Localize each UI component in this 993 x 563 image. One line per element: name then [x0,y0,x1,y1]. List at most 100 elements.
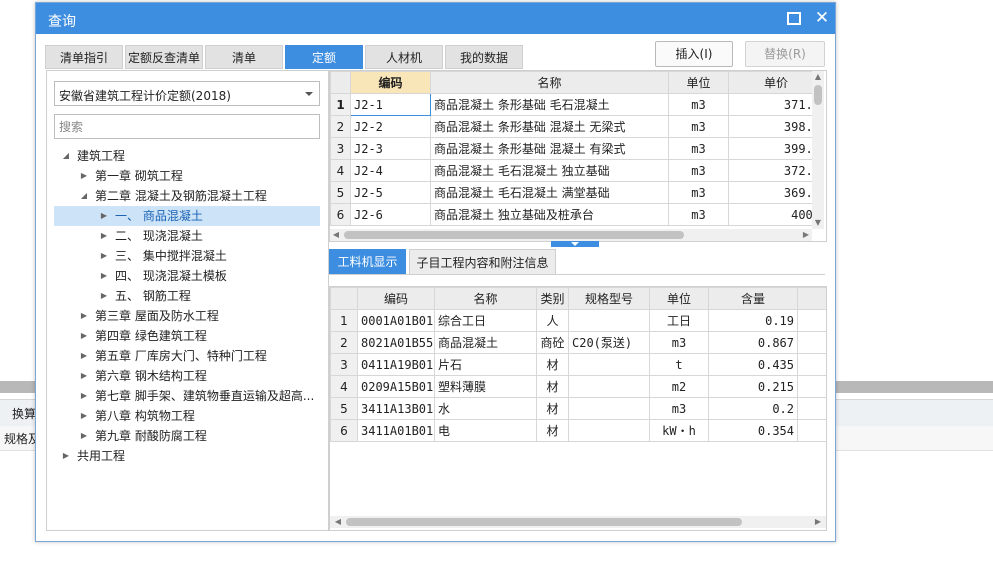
quota-row[interactable]: 5 J2-5 商品混凝土 毛石混凝土 满堂基础 m3 369.8 [330,181,824,204]
quota-cell[interactable]: 3 [330,137,351,160]
collapsed-arrow-icon[interactable]: ▶ [99,226,109,246]
material-cell[interactable]: 6 [330,419,358,442]
material-cell[interactable]: 3 [330,353,358,376]
collapsed-arrow-icon[interactable]: ▶ [79,326,89,346]
tab-bill[interactable]: 清单 [205,45,283,69]
material-cell[interactable]: 0.215 [708,375,798,398]
quota-cell[interactable]: J2-3 [350,137,431,160]
search-input[interactable] [54,114,320,139]
material-cell[interactable]: 水 [434,397,537,420]
material-cell[interactable]: 0.354 [708,419,798,442]
quota-cell[interactable]: 372.6 [728,159,824,182]
material-grid-header[interactable]: 单位 [649,287,709,310]
quota-cell[interactable]: 369.8 [728,181,824,204]
collapsed-arrow-icon[interactable]: ▶ [79,366,89,386]
tree-node[interactable]: ▶ 二、 现浇混凝土 [54,226,320,246]
quota-cell[interactable]: m3 [668,93,729,116]
close-icon[interactable]: ✕ [812,7,832,29]
material-row[interactable]: 63411A01B01CA电材 kW・h0.354 [330,419,826,442]
material-cell[interactable]: 电 [434,419,537,442]
quota-cell[interactable]: 商品混凝土 独立基础及桩承台 [430,203,669,226]
collapsed-arrow-icon[interactable]: ▶ [79,426,89,446]
collapsed-arrow-icon[interactable]: ▶ [99,266,109,286]
quota-row[interactable]: 3 J2-3 商品混凝土 条形基础 混凝土 有梁式 m3 399.2 [330,137,824,160]
tree-node[interactable]: ▶ 第七章 脚手架、建筑物垂直运输及超高... [54,386,320,406]
material-grid-header[interactable] [330,287,358,310]
material-cell[interactable]: 0.435 [708,353,798,376]
quota-cell[interactable]: 4 [330,159,351,182]
material-cell[interactable]: 0001A01B01BC [357,309,435,332]
quota-cell[interactable]: J2-4 [350,159,431,182]
material-row[interactable]: 40209A15B01BW塑料薄膜材 m20.215 [330,375,826,398]
chevron-down-icon[interactable] [305,92,313,96]
quota-grid-vscroll[interactable]: ▲ ▼ [812,71,824,229]
tree-node[interactable]: ▶ 一、 商品混凝土 [54,206,320,226]
collapsed-arrow-icon[interactable]: ▶ [99,286,109,306]
material-grid-header[interactable]: 编码 [357,287,435,310]
material-cell[interactable]: m3 [649,397,709,420]
quota-row[interactable]: 4 J2-4 商品混凝土 毛石混凝土 独立基础 m3 372.6 [330,159,824,182]
quota-cell[interactable]: 6 [330,203,351,226]
quota-cell[interactable]: m3 [668,115,729,138]
material-row[interactable]: 30411A19B01BT片石材 t0.435 [330,353,826,376]
tab-labor-material-machine[interactable]: 人材机 [365,45,443,69]
quota-grid-header[interactable]: 单价 [728,71,824,94]
scroll-down-icon[interactable]: ▼ [812,217,824,229]
collapse-arrow-icon[interactable] [571,242,579,246]
material-grid-header[interactable]: 名称 [434,287,537,310]
scroll-left-icon[interactable]: ◀ [332,516,344,528]
material-cell[interactable]: 8021A01B55BV [357,331,435,354]
quota-cell[interactable]: 商品混凝土 条形基础 混凝土 有梁式 [430,137,669,160]
insert-button[interactable]: 插入(I) [655,41,733,67]
scroll-left-icon[interactable]: ◀ [330,229,342,241]
quota-cell[interactable]: m3 [668,181,729,204]
quota-cell[interactable]: m3 [668,203,729,226]
scroll-right-icon[interactable]: ▶ [812,516,824,528]
dialog-titlebar[interactable]: 查询 ✕ [36,3,835,34]
material-cell[interactable]: 综合工日 [434,309,537,332]
material-row[interactable]: 53411A13B01BV水材 m30.2 [330,397,826,420]
material-cell[interactable]: 片石 [434,353,537,376]
background-label-conversion[interactable]: 换算 [12,405,36,422]
material-cell[interactable]: 2 [330,331,358,354]
quota-grid-hscroll[interactable]: ◀ ▶ [330,229,812,241]
collapsed-arrow-icon[interactable]: ▶ [99,206,109,226]
tab-labor-material-display[interactable]: 工料机显示 [329,249,406,275]
quota-cell[interactable]: 371.7 [728,93,824,116]
collapsed-arrow-icon[interactable]: ▶ [79,386,89,406]
tree-node[interactable]: ▶ 四、 现浇混凝土模板 [54,266,320,286]
tab-my-data[interactable]: 我的数据 [445,45,523,69]
expanded-arrow-icon[interactable]: ◢ [79,186,89,206]
material-grid-hscroll[interactable]: ◀ ▶ [330,516,826,528]
tree-node[interactable]: ▶ 第九章 耐酸防腐工程 [54,426,320,446]
quota-grid-hscroll-thumb[interactable] [344,231,684,239]
quota-row[interactable]: 1 J2-1 商品混凝土 条形基础 毛石混凝土 m3 371.7 [330,93,824,116]
material-row[interactable]: 28021A01B55BV商品混凝土商砼C20(泵送)m30.867 [330,331,826,354]
material-cell[interactable]: 0.19 [708,309,798,332]
quota-cell[interactable]: 398.9 [728,115,824,138]
collapsed-arrow-icon[interactable]: ▶ [79,306,89,326]
material-grid-hscroll-thumb[interactable] [346,518,742,526]
material-cell[interactable]: 商品混凝土 [434,331,537,354]
material-cell[interactable]: 3411A13B01BV [357,397,435,420]
collapsed-arrow-icon[interactable]: ▶ [79,166,89,186]
quota-cell[interactable]: J2-1 [350,93,431,116]
material-cell[interactable]: 3411A01B01CA [357,419,435,442]
quota-row[interactable]: 6 J2-6 商品混凝土 独立基础及桩承台 m3 400. [330,203,824,226]
material-cell[interactable] [568,419,650,442]
tree-node[interactable]: ▶ 第一章 砌筑工程 [54,166,320,186]
collapsed-arrow-icon[interactable]: ▶ [99,246,109,266]
quota-cell[interactable]: 商品混凝土 条形基础 毛石混凝土 [430,93,669,116]
quota-cell[interactable]: m3 [668,159,729,182]
scroll-right-icon[interactable]: ▶ [800,229,812,241]
material-cell[interactable]: 材 [536,397,569,420]
material-cell[interactable]: m2 [649,375,709,398]
maximize-icon[interactable] [786,11,801,25]
quota-cell[interactable]: J2-6 [350,203,431,226]
material-cell[interactable]: 材 [536,375,569,398]
material-cell[interactable]: 商砼 [536,331,569,354]
material-cell[interactable]: 4 [330,375,358,398]
material-cell[interactable]: 工日 [649,309,709,332]
tree-node[interactable]: ▶ 第三章 屋面及防水工程 [54,306,320,326]
quota-grid-header[interactable]: 单位 [668,71,729,94]
